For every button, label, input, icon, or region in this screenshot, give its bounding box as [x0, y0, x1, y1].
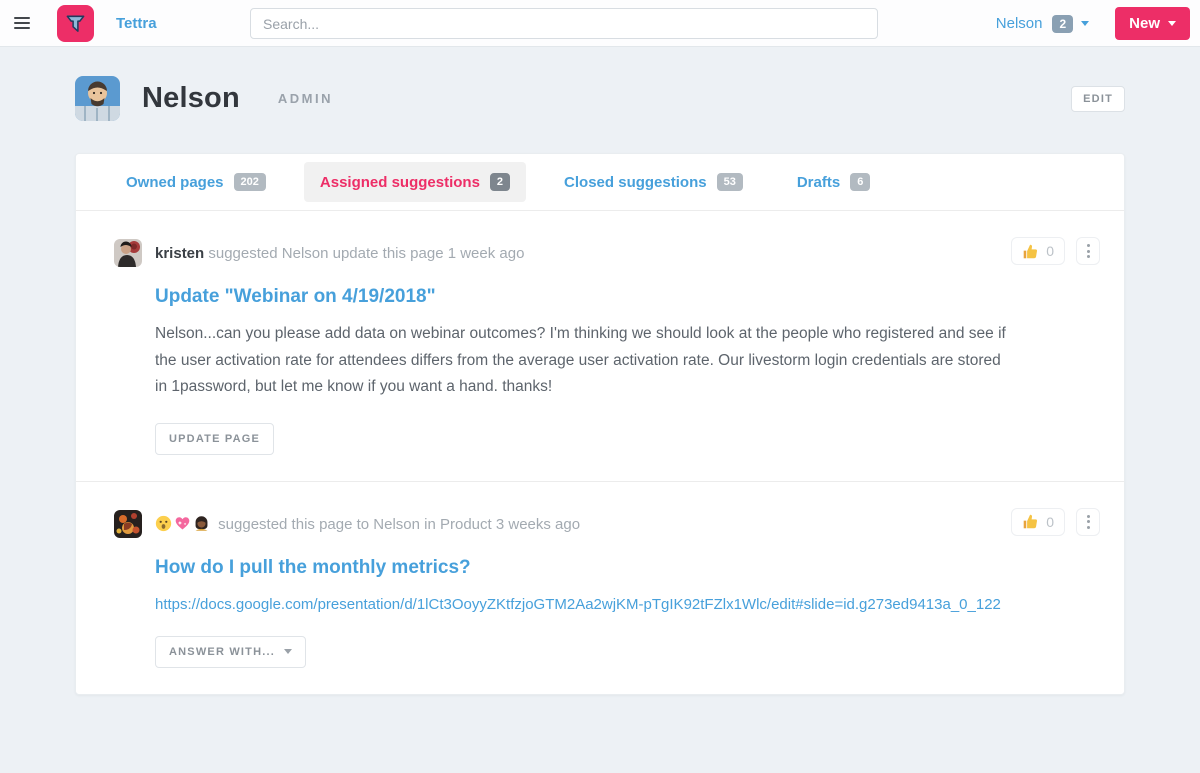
suggestion-body: How do I pull the monthly metrics? https…: [155, 557, 1086, 668]
profile-avatar: [75, 76, 120, 121]
content-panel: Owned pages 202 Assigned suggestions 2 C…: [75, 153, 1125, 695]
answer-with-chevron-down-icon: [284, 649, 293, 654]
tab-owned-pages[interactable]: Owned pages 202: [110, 162, 282, 202]
suggester-avatar: [114, 239, 142, 267]
tettra-t-icon: [66, 15, 85, 32]
top-navbar: Tettra Nelson 2 New: [0, 0, 1200, 47]
suggestion-header: kristen suggested Nelson update this pag…: [114, 239, 1086, 267]
more-options-kebab-icon[interactable]: [1076, 237, 1100, 265]
thumbs-up-icon: [1023, 244, 1038, 258]
tab-count-badge: 6: [850, 173, 871, 191]
suggestion-title-link[interactable]: How do I pull the monthly metrics?: [155, 557, 1086, 579]
tab-drafts[interactable]: Drafts 6: [781, 162, 886, 202]
google-docs-link[interactable]: https://docs.google.com/presentation/d/1…: [155, 596, 1001, 613]
suggestion-meta-text: suggested this page to Nelson in Product…: [218, 515, 581, 533]
suggestion-meta-text: suggested Nelson update this page 1 week…: [208, 244, 525, 262]
thumbs-up-button[interactable]: 0: [1011, 237, 1065, 265]
page-title-user-name: Nelson: [142, 82, 240, 114]
like-count: 0: [1046, 243, 1054, 259]
role-label: ADMIN: [277, 91, 333, 106]
user-notification-badge: 2: [1052, 14, 1074, 33]
new-button[interactable]: New: [1115, 7, 1190, 40]
edit-profile-button[interactable]: EDIT: [1071, 85, 1125, 112]
suggestion-text: Nelson...can you please add data on webi…: [155, 325, 1006, 395]
answer-with-button[interactable]: ANSWER WITH...: [155, 635, 307, 668]
dark-skinned-woman-emoji-icon: [195, 515, 208, 531]
brand-name[interactable]: Tettra: [116, 15, 157, 32]
navbar-right: Nelson 2 New: [996, 0, 1190, 47]
suggestion-meta: suggested this page to Nelson in Product…: [155, 515, 580, 533]
hamburger-menu-icon[interactable]: [14, 14, 30, 32]
new-button-chevron-down-icon: [1168, 21, 1176, 26]
profile-tabs: Owned pages 202 Assigned suggestions 2 C…: [76, 154, 1124, 211]
suggestion-body: Update "Webinar on 4/19/2018" Nelson...c…: [155, 286, 1086, 455]
suggestion-controls: 0: [1011, 507, 1100, 536]
user-menu-chevron-down-icon[interactable]: [1081, 21, 1090, 26]
search-bar: [250, 8, 878, 39]
suggestion-card: suggested this page to Nelson in Product…: [76, 480, 1124, 694]
tettra-logo[interactable]: [57, 4, 94, 42]
suggester-avatar: [114, 509, 142, 538]
tab-assigned-suggestions[interactable]: Assigned suggestions 2: [303, 162, 527, 202]
suggestion-card: kristen suggested Nelson update this pag…: [76, 211, 1124, 481]
tab-closed-suggestions[interactable]: Closed suggestions 53: [548, 162, 759, 202]
suggestion-controls: 0: [1011, 237, 1100, 265]
suggestion-meta: kristen suggested Nelson update this pag…: [155, 245, 524, 262]
tab-count-badge: 2: [489, 173, 511, 191]
more-options-kebab-icon[interactable]: [1076, 507, 1100, 536]
like-count: 0: [1046, 513, 1054, 530]
tab-count-badge: 202: [233, 173, 266, 191]
suggester-name-emojis[interactable]: [155, 515, 210, 532]
suggestion-header: suggested this page to Nelson in Product…: [114, 509, 1086, 538]
user-menu-link[interactable]: Nelson: [996, 15, 1043, 32]
suggester-name[interactable]: kristen: [155, 245, 204, 262]
profile-header: Nelson ADMIN EDIT: [75, 76, 1125, 121]
tab-count-badge: 53: [716, 173, 743, 191]
thumbs-up-button[interactable]: 0: [1011, 507, 1065, 536]
sparkling-heart-emoji-icon: [175, 516, 190, 529]
suggestion-title-link[interactable]: Update "Webinar on 4/19/2018": [155, 286, 1086, 308]
update-page-button[interactable]: UPDATE PAGE: [155, 422, 275, 455]
thumbs-up-icon: [1023, 514, 1038, 529]
hushed-face-emoji-icon: [155, 515, 172, 531]
search-input[interactable]: [250, 8, 878, 39]
